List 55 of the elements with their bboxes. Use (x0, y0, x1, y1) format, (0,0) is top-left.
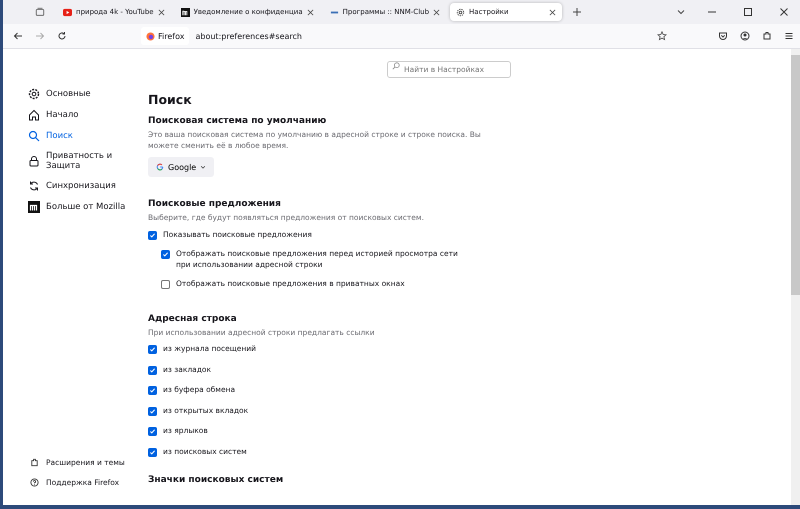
close-icon[interactable] (306, 8, 314, 16)
checkbox[interactable] (161, 250, 170, 259)
letter-m-icon (180, 8, 190, 16)
section-heading: Значки поисковых систем (148, 475, 284, 485)
firefox-logo-icon (146, 32, 155, 40)
maximize-icon[interactable] (743, 7, 753, 17)
search-icon (392, 62, 400, 70)
checkbox[interactable] (148, 448, 157, 456)
url-text: about:preferences#search (195, 32, 303, 40)
back-arrow-icon[interactable] (13, 31, 23, 41)
sidebar-item[interactable]: Основные (28, 88, 148, 100)
close-icon[interactable] (779, 7, 789, 17)
puzzle-icon (30, 458, 39, 467)
puzzle-icon[interactable] (762, 31, 772, 41)
close-icon[interactable] (433, 8, 440, 16)
page-title: Поиск (148, 92, 193, 107)
settings-icon (28, 88, 40, 100)
pocket-icon[interactable] (718, 31, 728, 41)
sidebar-item[interactable]: Поиск (28, 130, 148, 142)
chevron-down-icon (200, 164, 206, 170)
checkbox[interactable] (148, 345, 157, 354)
new-tab-icon[interactable] (572, 7, 582, 17)
sidebar-item[interactable]: Приватность и Защита (28, 151, 148, 171)
checkbox[interactable] (148, 406, 157, 416)
chevron-down-icon[interactable] (676, 7, 686, 17)
reload-icon[interactable] (57, 31, 67, 41)
scrollbar[interactable] (791, 49, 800, 505)
home-icon (28, 109, 40, 121)
search-icon (28, 130, 40, 142)
section-heading: Поисковые предложения (148, 199, 282, 209)
settings-icon (456, 8, 466, 16)
video-play-icon (63, 8, 72, 16)
google-logo-icon (156, 163, 164, 171)
engine-dropdown[interactable]: Google (148, 157, 214, 177)
sidebar-item[interactable]: Синхронизация (28, 180, 148, 192)
checkbox[interactable] (148, 366, 157, 374)
account-icon[interactable] (740, 31, 750, 41)
section-heading: Адресная строка (148, 314, 238, 324)
identity-label[interactable]: Firefox (141, 27, 190, 45)
help-icon (30, 478, 39, 487)
checkbox[interactable] (148, 230, 157, 240)
close-icon[interactable] (549, 8, 556, 16)
sync-icon (28, 180, 40, 192)
sidebar-item[interactable]: Больше от Mozilla (28, 201, 148, 213)
star-icon[interactable] (657, 31, 667, 41)
checkbox[interactable] (161, 280, 170, 289)
close-icon[interactable] (158, 8, 165, 16)
lock-icon (28, 155, 40, 167)
sidebar-item[interactable]: Начало (28, 109, 148, 121)
letter-m-icon (28, 201, 40, 213)
tab-overview-icon[interactable] (35, 7, 45, 17)
section-heading: Поисковая система по умолчанию (148, 116, 328, 126)
checkbox[interactable] (148, 427, 157, 436)
checkbox[interactable] (148, 386, 157, 395)
menu-icon[interactable] (784, 31, 794, 41)
